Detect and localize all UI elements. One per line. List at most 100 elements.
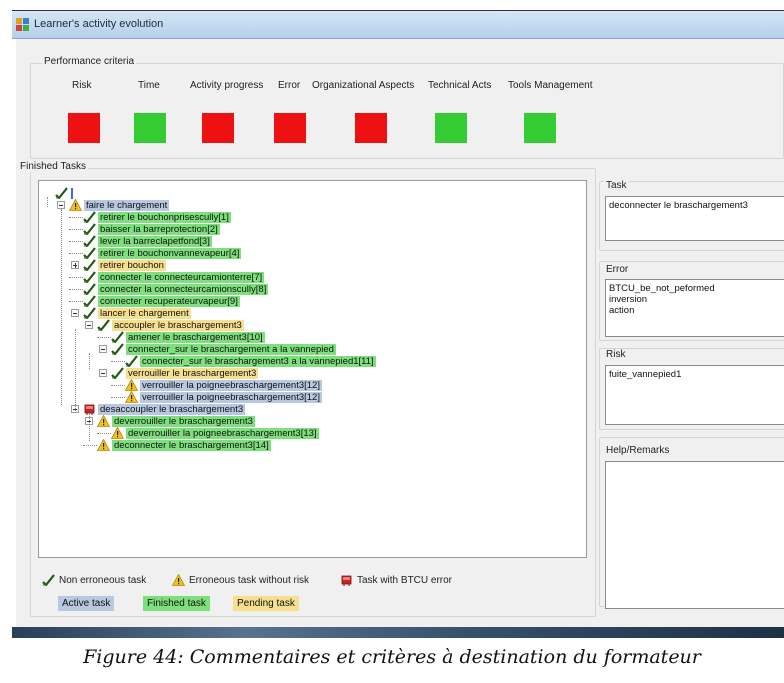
warning-icon	[96, 438, 111, 451]
app-icon	[16, 18, 29, 31]
legend-btcu-error-text: Task with BTCU error	[357, 574, 453, 586]
tree-node[interactable]: retirer le bouchonprisescully[1]	[83, 211, 231, 224]
tree-connector-line	[111, 385, 125, 386]
tree-node-label: connecter_sur le braschargement3 a la va…	[140, 355, 376, 367]
task-field[interactable]: deconnecter le braschargement3	[605, 196, 784, 241]
tree-node[interactable]: verrouiller la poigneebraschargement3[12…	[124, 378, 322, 391]
tree-node[interactable]: deconnecter le braschargement3[14]	[96, 438, 271, 451]
tree-collapse-toggle[interactable]	[99, 369, 107, 377]
title-bar: Learner's activity evolution	[12, 11, 784, 39]
tree-connector-line	[89, 413, 90, 441]
check-icon	[83, 307, 96, 320]
tree-node[interactable]: deverrouiller la poigneebraschargement3[…	[110, 426, 319, 439]
tree-node[interactable]: connecter le connecteurcamionterre[7]	[83, 271, 265, 284]
task-tree[interactable]: faire le chargement retirer le bouchonpri…	[38, 180, 587, 558]
tree-connector-line	[75, 329, 76, 413]
tree-node[interactable]: baisser la barreprotection[2]	[83, 223, 220, 236]
legend-erroneous-no-risk: Erroneous task without risk	[171, 573, 310, 586]
tree-collapse-toggle[interactable]	[71, 309, 79, 317]
tree-node-label: amener le braschargement3[10]	[126, 331, 265, 343]
tree-connector-line	[69, 217, 83, 218]
tree-node-label: lancer le chargement	[98, 307, 191, 319]
error-list-item: BTCU_be_not_peformed	[609, 283, 715, 294]
risk-list[interactable]: fuite_vannepied1	[605, 365, 784, 425]
btcu-error-icon	[340, 574, 353, 586]
tree-connector-line	[69, 229, 83, 230]
tree-node[interactable]: desaccoupler le braschargement3	[83, 403, 246, 415]
tree-node[interactable]: lancer le chargement	[83, 307, 191, 320]
tree-connector-line	[69, 277, 83, 278]
tree-node-label: connecter la connecteurcamionscully[8]	[98, 283, 269, 295]
tree-expand-toggle[interactable]	[71, 261, 79, 269]
tree-node-label: verrouiller le braschargement3	[126, 367, 259, 379]
criterion-label-technical-acts: Technical Acts	[428, 80, 492, 91]
legend-erroneous-no-risk-text: Erroneous task without risk	[189, 574, 310, 586]
tree-connector-line	[69, 253, 83, 254]
tree-connector-line	[83, 445, 97, 446]
check-icon	[83, 247, 96, 260]
tree-connector-line	[97, 433, 111, 434]
check-icon	[83, 271, 96, 284]
tree-connector-line	[89, 353, 90, 369]
window-title: Learner's activity evolution	[34, 18, 164, 30]
tree-node-label: deverrouiller le braschargement3	[112, 415, 255, 427]
warning-icon	[124, 390, 139, 403]
tree-node[interactable]: amener le braschargement3[10]	[111, 331, 265, 344]
criterion-indicator-organizational-aspects	[355, 113, 387, 143]
risk-list-item: fuite_vannepied1	[609, 369, 682, 380]
check-icon	[83, 223, 96, 236]
tree-collapse-toggle[interactable]	[99, 345, 107, 353]
legend-finished-task: Finished task	[143, 596, 210, 611]
error-list-item: inversion	[609, 294, 648, 305]
tree-node[interactable]: connecter_sur le braschargement3 a la va…	[125, 355, 376, 368]
performance-criteria-group	[30, 63, 784, 159]
tree-node[interactable]: lever la barreclapetfond[3]	[83, 235, 212, 248]
help-remarks-field[interactable]	[605, 461, 784, 609]
tree-collapse-toggle[interactable]	[85, 321, 93, 329]
tree-node[interactable]: connecter recuperateurvapeur[9]	[83, 295, 240, 308]
app-window: Learner's activity evolution Performance…	[12, 10, 784, 638]
criterion-indicator-tools-management	[524, 113, 556, 143]
tree-selection-cursor	[71, 187, 73, 199]
check-icon	[83, 283, 96, 296]
tree-node-label: faire le chargement	[84, 199, 170, 211]
tree-node[interactable]: verrouiller le braschargement3	[111, 367, 259, 380]
tree-node-label: desaccoupler le braschargement3	[98, 403, 246, 415]
check-icon	[83, 235, 96, 248]
tree-node[interactable]: retirer le bouchonvannevapeur[4]	[83, 247, 242, 260]
criterion-label-risk: Risk	[72, 80, 92, 91]
legend-active-task: Active task	[58, 596, 115, 611]
tree-node[interactable]: connecter la connecteurcamionscully[8]	[83, 283, 269, 296]
check-icon	[111, 343, 124, 356]
finished-tasks-label: Finished Tasks	[18, 161, 88, 172]
tree-node[interactable]: retirer bouchon	[83, 259, 166, 272]
tree-connector-line	[61, 209, 62, 405]
tree-node[interactable]: deverrouiller le braschargement3	[96, 414, 255, 427]
criterion-indicator-risk	[68, 113, 100, 143]
criterion-label-tools-management: Tools Management	[508, 80, 593, 91]
legend-non-erroneous-text: Non erroneous task	[59, 574, 147, 586]
legend-btcu-error: Task with BTCU error	[340, 574, 452, 586]
tree-node-label: retirer le bouchonprisescully[1]	[98, 211, 231, 223]
error-list[interactable]: BTCU_be_not_peformed inversion action	[605, 279, 784, 337]
risk-panel-label: Risk	[604, 349, 628, 360]
tree-node[interactable]: verrouiller la poigneebraschargement3[12…	[124, 390, 322, 403]
tree-node[interactable]	[55, 187, 73, 200]
check-icon	[125, 355, 138, 368]
tree-node-label: lever la barreclapetfond[3]	[98, 235, 212, 247]
tree-collapse-toggle[interactable]	[57, 201, 65, 209]
tree-node[interactable]: faire le chargement	[68, 198, 170, 211]
tree-node-label: deverrouiller la poigneebraschargement3[…	[126, 427, 319, 439]
window-bottom-frame	[12, 627, 784, 638]
criterion-label-organizational-aspects: Organizational Aspects	[312, 80, 415, 91]
tree-node-label: deconnecter le braschargement3[14]	[112, 439, 271, 451]
check-icon	[55, 187, 68, 200]
tree-node[interactable]: connecter_sur le braschargement a la van…	[111, 343, 336, 356]
tree-node-label: verrouiller la poigneebraschargement3[12…	[140, 391, 322, 403]
criterion-label-time: Time	[138, 80, 160, 91]
tree-node-label: retirer le bouchonvannevapeur[4]	[98, 247, 242, 259]
error-list-item: action	[609, 305, 635, 316]
tree-node[interactable]: accoupler le braschargement3	[97, 319, 244, 332]
tree-connector-line	[111, 361, 125, 362]
warning-icon	[171, 573, 186, 586]
